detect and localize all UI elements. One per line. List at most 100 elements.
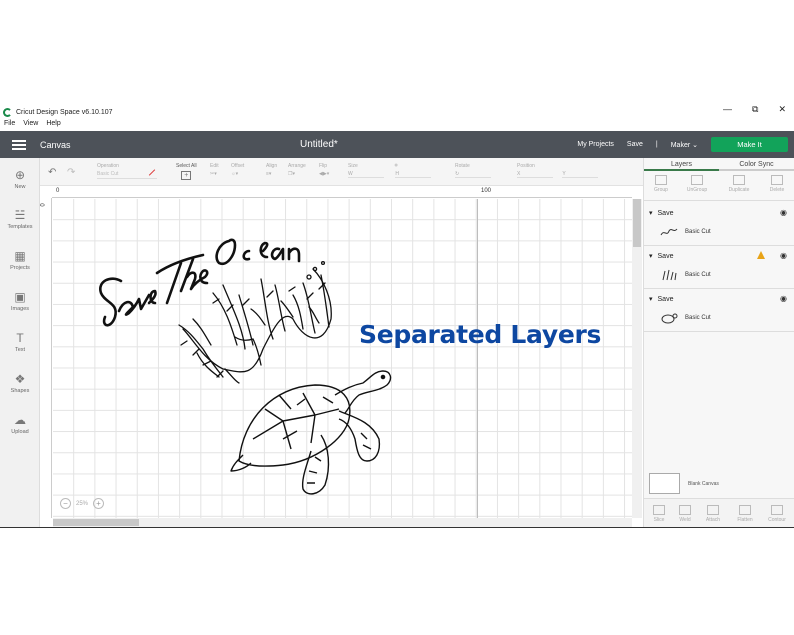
rail-text[interactable]: T Text <box>0 331 40 353</box>
attach-icon <box>707 505 719 515</box>
rail-upload[interactable]: ☁ Upload <box>0 413 40 435</box>
operation-select[interactable]: Operation Basic Cut <box>97 163 157 179</box>
rail-templates[interactable]: ☱ Templates <box>0 208 40 230</box>
arrange-button[interactable]: Arrange ❐▾ <box>288 163 306 177</box>
collapse-icon[interactable]: ▾ <box>649 295 653 303</box>
offset-button[interactable]: Offset ☼▾ <box>231 163 244 177</box>
eye-icon[interactable]: ◉ <box>780 208 787 217</box>
shapes-icon: ❖ <box>14 372 26 386</box>
size-fields: Size W H <box>348 163 438 178</box>
my-projects-link[interactable]: My Projects <box>577 141 614 148</box>
rail-new[interactable]: ⊕ New <box>0 168 40 190</box>
ungroup-button[interactable]: UnGroup <box>682 175 712 193</box>
size-label: Size <box>348 163 358 169</box>
save-link[interactable]: Save <box>627 141 643 148</box>
pos-x-field[interactable]: X <box>517 171 553 178</box>
close-icon[interactable]: ✕ <box>778 104 786 115</box>
app-window: Cricut Design Space v6.10.107 — ⧉ ✕ File… <box>0 0 794 635</box>
delete-button[interactable]: Delete <box>762 175 792 193</box>
hamburger-menu-icon[interactable] <box>12 139 26 150</box>
edit-label: Edit <box>210 163 219 169</box>
maximize-icon[interactable]: ⧉ <box>752 104 758 115</box>
tab-color-sync[interactable]: Color Sync <box>719 158 794 171</box>
sea-turtle-art[interactable] <box>230 370 392 495</box>
rotate-icon: ↻ <box>455 171 491 178</box>
edit-button[interactable]: Edit ✂▾ <box>210 163 219 177</box>
redo-icon[interactable]: ↷ <box>67 167 75 178</box>
undo-icon[interactable]: ↶ <box>48 167 56 178</box>
warning-icon[interactable] <box>757 251 765 259</box>
collapse-icon[interactable]: ▾ <box>649 209 653 217</box>
layer-group-1[interactable]: ▾ Save ◉ Basic Cut <box>644 203 794 246</box>
app-header: Canvas Untitled* My Projects Save | Make… <box>0 131 794 158</box>
flip-icon: ◀▶▾ <box>319 171 330 177</box>
position-label: Position <box>517 163 535 169</box>
layer-group-3[interactable]: ▾ Save ◉ Basic Cut <box>644 289 794 332</box>
layer-item[interactable]: Basic Cut <box>659 311 711 325</box>
blank-canvas-swatch[interactable] <box>649 473 680 494</box>
document-title[interactable]: Untitled* <box>300 139 338 150</box>
rail-new-label: New <box>14 184 26 190</box>
weld-button[interactable]: Weld <box>670 505 700 523</box>
design-canvas[interactable] <box>53 199 632 518</box>
flatten-icon <box>739 505 751 515</box>
layer-group-name: Save <box>657 209 674 217</box>
layer-group-name: Save <box>657 295 674 303</box>
size-h-field[interactable]: H <box>395 171 432 178</box>
contour-icon <box>771 505 783 515</box>
horizontal-scroll-thumb[interactable] <box>53 519 139 526</box>
edit-icon: ✂▾ <box>210 171 217 177</box>
align-label: Align <box>266 163 278 169</box>
attach-button[interactable]: Attach <box>698 505 728 523</box>
zoom-in-button[interactable]: + <box>93 498 105 509</box>
eye-icon[interactable]: ◉ <box>780 294 787 303</box>
design-artwork <box>99 238 392 495</box>
pos-y-field[interactable]: Y <box>562 171 599 178</box>
blank-canvas-item[interactable]: Blank Canvas <box>649 473 719 494</box>
offset-icon: ☼▾ <box>231 171 239 177</box>
tab-layers[interactable]: Layers <box>644 158 719 171</box>
select-all-label: Select All <box>176 163 197 169</box>
trash-icon <box>771 175 783 185</box>
collapse-icon[interactable]: ▾ <box>649 252 653 260</box>
flip-button[interactable]: Flip ◀▶▾ <box>319 163 329 177</box>
size-h-label: H <box>395 171 400 177</box>
canvas-label: Canvas <box>40 139 71 150</box>
pos-y-label: Y <box>562 171 566 177</box>
select-all-button[interactable]: Select All + <box>176 163 197 180</box>
vertical-scroll-thumb[interactable] <box>633 199 641 247</box>
edit-toolbar: ↶ ↷ Operation Basic Cut Select All + Edi… <box>40 158 643 186</box>
lock-icon[interactable]: ● <box>394 162 398 169</box>
flatten-button[interactable]: Flatten <box>730 505 760 523</box>
layer-item[interactable]: Basic Cut <box>659 225 711 239</box>
rotate-field[interactable]: Rotate ↻ <box>455 163 495 178</box>
size-w-field[interactable]: W <box>348 171 384 178</box>
rail-shapes[interactable]: ❖ Shapes <box>0 372 40 394</box>
eye-icon[interactable]: ◉ <box>780 251 787 260</box>
horizontal-scrollbar[interactable] <box>53 518 632 527</box>
script-thumbnail-icon <box>660 228 678 236</box>
rail-projects[interactable]: ▦ Projects <box>0 249 40 271</box>
panel-tabs: Layers Color Sync <box>644 158 794 171</box>
duplicate-label: Duplicate <box>728 187 750 193</box>
contour-button[interactable]: Contour <box>762 505 792 523</box>
duplicate-button[interactable]: Duplicate <box>724 175 754 193</box>
zoom-out-button[interactable]: − <box>60 498 71 509</box>
position-fields: Position X Y <box>517 163 607 178</box>
menu-help[interactable]: Help <box>46 120 60 130</box>
layer-group-2[interactable]: ▾ Save ◉ Basic Cut <box>644 246 794 289</box>
save-the-ocean-script[interactable] <box>99 238 301 327</box>
group-button[interactable]: Group <box>646 175 676 193</box>
machine-select[interactable]: Maker ⌄ <box>671 141 698 149</box>
make-it-button[interactable]: Make It <box>711 137 788 152</box>
operation-label: Operation <box>97 163 119 169</box>
menu-view[interactable]: View <box>23 120 38 130</box>
offset-label: Offset <box>231 163 245 169</box>
rail-text-label: Text <box>14 347 26 353</box>
layer-item[interactable]: Basic Cut <box>659 268 711 282</box>
minimize-icon[interactable]: — <box>723 104 732 115</box>
align-button[interactable]: Align ≡▾ <box>266 163 277 177</box>
menu-file[interactable]: File <box>4 120 15 130</box>
rail-images[interactable]: ▣ Images <box>0 290 40 312</box>
vertical-scrollbar[interactable] <box>632 199 642 518</box>
